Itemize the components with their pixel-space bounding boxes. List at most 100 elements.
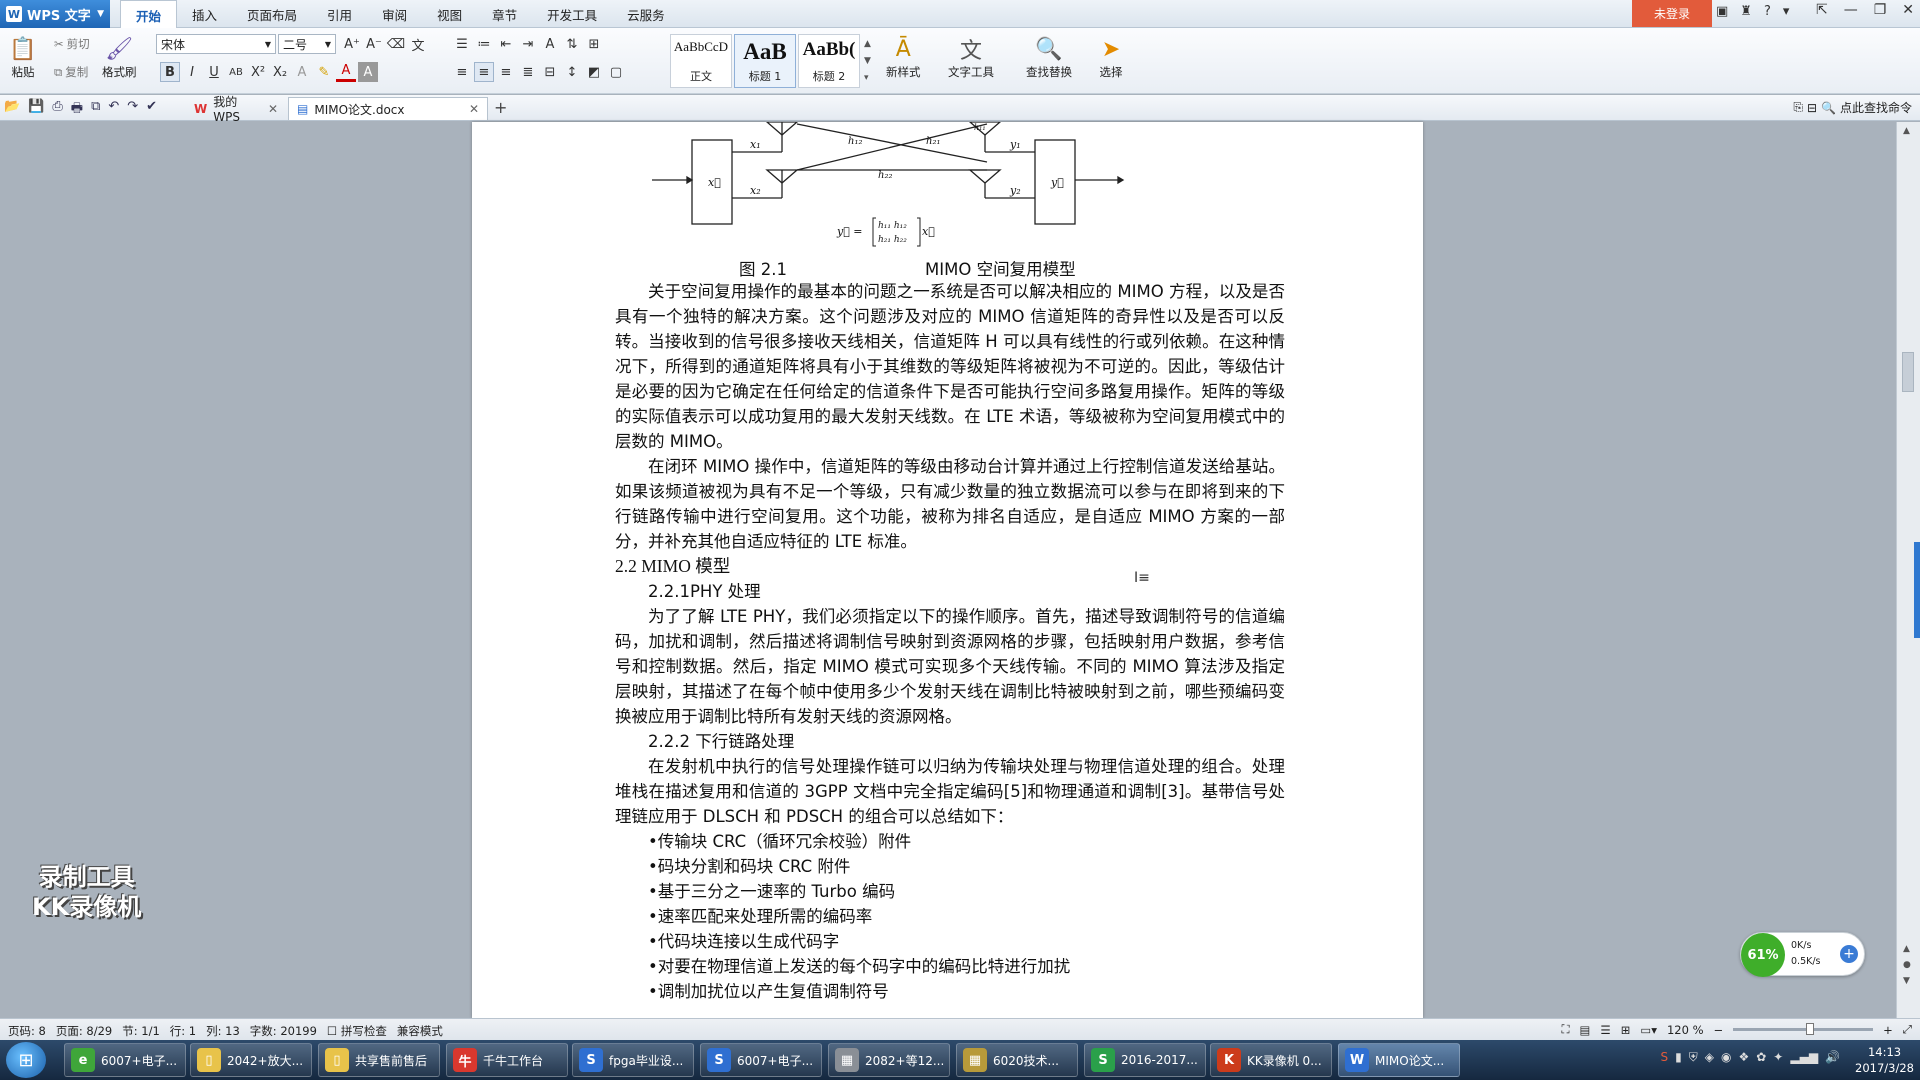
more-icon[interactable]: ▾	[1783, 4, 1790, 19]
menu-tab[interactable]: 章节	[477, 0, 532, 28]
clear-format-icon[interactable]: ⌫	[386, 34, 406, 54]
body-text[interactable]: 关于空间复用操作的最基本的问题之一系统是否可以解决相应的 MIMO 方程，以及是…	[615, 279, 1285, 1004]
taskbar-item[interactable]: K KK录像机 0...	[1210, 1043, 1332, 1077]
grow-font-icon[interactable]: A⁺	[342, 34, 362, 54]
new-style-button[interactable]: Ā 新样式	[886, 34, 921, 80]
zoom-slider[interactable]	[1733, 1023, 1874, 1035]
ribbon-toggle-icon[interactable]: ⇱	[1816, 2, 1828, 18]
boost-icon[interactable]: +	[1840, 945, 1858, 963]
security-icon[interactable]: ⛨	[1689, 1050, 1698, 1065]
char-shading-icon[interactable]: A	[358, 62, 378, 82]
taskbar-item[interactable]: S 2016-2017...	[1084, 1043, 1206, 1077]
vertical-scrollbar[interactable]: ▲ ▲ ● ▼	[1896, 122, 1920, 1018]
style-option[interactable]: AaBbCcD 正文	[670, 34, 732, 88]
zoom-in-icon[interactable]: +	[1883, 1023, 1893, 1037]
menu-tab[interactable]: 视图	[422, 0, 477, 28]
bullet-list-icon[interactable]: ☰	[452, 34, 472, 54]
document-page[interactable]: x⃗ y⃗ x₁ x₂ y₁ y₂ h₁₁ h₁₂ h₂₁ h₂₂ y⃗ = h…	[472, 122, 1423, 1018]
restore-icon[interactable]: ❐	[1874, 2, 1887, 18]
select-browse-icon[interactable]: ●	[1903, 960, 1911, 970]
taskbar-item[interactable]: ▯ 2042+放大...	[190, 1043, 312, 1077]
find-replace-button[interactable]: 🔍 查找替换	[1026, 34, 1072, 80]
command-search[interactable]: ⎘ ⊟ 🔍 点此查找命令	[1793, 99, 1912, 116]
zoom-slider-knob[interactable]	[1805, 1023, 1814, 1035]
app-tray-icon[interactable]: ❖	[1738, 1050, 1749, 1065]
italic-icon[interactable]: I	[182, 62, 202, 82]
highlight-icon[interactable]: ✎	[314, 62, 334, 82]
style-option[interactable]: AaBb(标题 2	[798, 34, 860, 88]
table-icon[interactable]: ⊞	[584, 34, 604, 54]
taskbar-item[interactable]: ▯ 共享售前售后	[318, 1043, 440, 1077]
print-preview-icon[interactable]: ⧉	[91, 99, 100, 121]
numbered-list-icon[interactable]: ≔	[474, 34, 494, 54]
phonetic-icon[interactable]: 文	[408, 34, 428, 54]
fit-icon[interactable]: ⤢	[1903, 1022, 1912, 1037]
redo-icon[interactable]: ↷	[127, 99, 138, 121]
menu-tab[interactable]: 页面布局	[232, 0, 312, 28]
paste-button[interactable]: 📋 粘贴	[8, 34, 38, 80]
save-icon[interactable]: 💾	[28, 99, 44, 121]
app-menu-button[interactable]: W WPS 文字 ▼	[0, 0, 110, 28]
close-icon[interactable]: ✕	[469, 102, 479, 116]
minimize-icon[interactable]: —	[1844, 2, 1858, 18]
shield-icon[interactable]: ◈	[1705, 1050, 1714, 1065]
border-icon[interactable]: ▢	[606, 62, 626, 82]
display-icon[interactable]: ⊟	[1807, 101, 1817, 115]
format-painter-button[interactable]: 🖌 格式刷	[102, 34, 137, 80]
bold-icon[interactable]: B	[160, 62, 180, 82]
font-color-icon[interactable]: A	[336, 62, 356, 82]
print-icon[interactable]: 🖶	[71, 99, 83, 121]
tab-my-wps[interactable]: W 我的WPS ✕	[186, 95, 286, 124]
distribute-icon[interactable]: ⊟	[540, 62, 560, 82]
zoom-level[interactable]: 120 %	[1667, 1023, 1704, 1037]
menu-tab[interactable]: 开始	[120, 0, 178, 29]
font-size-select[interactable]: 二号 ▼	[278, 34, 336, 54]
tab-mimo-doc[interactable]: ▤ MIMO论文.docx ✕	[288, 97, 488, 120]
strikethrough-icon[interactable]: AB	[226, 62, 246, 82]
shirt-icon[interactable]: ♜	[1740, 4, 1752, 19]
next-page-icon[interactable]: ▼	[1903, 976, 1910, 986]
taskbar-item[interactable]: ▦ 2082+等12...	[828, 1043, 950, 1077]
taskbar-item[interactable]: 牛千牛工作台	[446, 1043, 568, 1077]
underline-icon[interactable]: U	[204, 62, 224, 82]
decrease-indent-icon[interactable]: ⇤	[496, 34, 516, 54]
font-name-select[interactable]: 宋体 ▼	[156, 34, 276, 54]
battery-icon[interactable]: ▮	[1675, 1050, 1682, 1065]
taskbar-item[interactable]: S 6007+电子...	[700, 1043, 822, 1077]
taskbar-item[interactable]: e 6007+电子...	[64, 1043, 186, 1077]
subscript-icon[interactable]: X₂	[270, 62, 290, 82]
status-page[interactable]: 页码: 8	[8, 1023, 46, 1039]
sort-icon[interactable]: ⇅	[562, 34, 582, 54]
shading-icon[interactable]: ◩	[584, 62, 604, 82]
line-spacing-icon[interactable]: ↕	[562, 62, 582, 82]
style-option[interactable]: AaB 标题 1	[734, 34, 796, 88]
new-tab-icon[interactable]: +	[494, 98, 507, 117]
taskbar-item[interactable]: Sfpga毕业设...	[572, 1043, 694, 1077]
increase-indent-icon[interactable]: ⇥	[518, 34, 538, 54]
customize-icon[interactable]: ✔	[146, 99, 157, 121]
close-icon[interactable]: ✕	[268, 102, 278, 116]
scroll-up-icon[interactable]: ▲	[1903, 126, 1910, 136]
undo-icon[interactable]: ↶	[108, 99, 119, 121]
sogou-tray-icon[interactable]: S	[1661, 1050, 1669, 1065]
cut-button[interactable]: ✂ 剪切	[54, 36, 90, 52]
status-words[interactable]: 字数: 20199	[250, 1023, 317, 1039]
taskbar-item[interactable]: ▦ 6020技术...	[956, 1043, 1078, 1077]
copy-button[interactable]: ⧉ 复制	[54, 64, 88, 80]
app-tray-icon[interactable]: ◉	[1721, 1050, 1731, 1065]
skin-icon[interactable]: ▣	[1716, 4, 1728, 19]
share-icon[interactable]: ⎘	[1793, 100, 1803, 115]
text-tools-button[interactable]: 文 文字工具	[948, 34, 994, 80]
zoom-out-icon[interactable]: −	[1714, 1023, 1724, 1037]
text-effect-icon[interactable]: A	[292, 62, 312, 82]
prev-page-icon[interactable]: ▲	[1903, 944, 1910, 954]
help-icon[interactable]: ?	[1764, 4, 1771, 19]
menu-tab[interactable]: 插入	[177, 0, 232, 28]
web-view-icon[interactable]: ⊞	[1621, 1023, 1631, 1037]
outline-view-icon[interactable]: ☰	[1600, 1023, 1610, 1037]
close-icon[interactable]: ✕	[1902, 2, 1914, 18]
clock[interactable]: 14:13 2017/3/28	[1855, 1044, 1914, 1076]
select-button[interactable]: ➤ 选择	[1096, 34, 1126, 80]
app-tray-icon[interactable]: ✦	[1773, 1050, 1783, 1065]
full-screen-icon[interactable]: ⛶	[1561, 1022, 1569, 1037]
